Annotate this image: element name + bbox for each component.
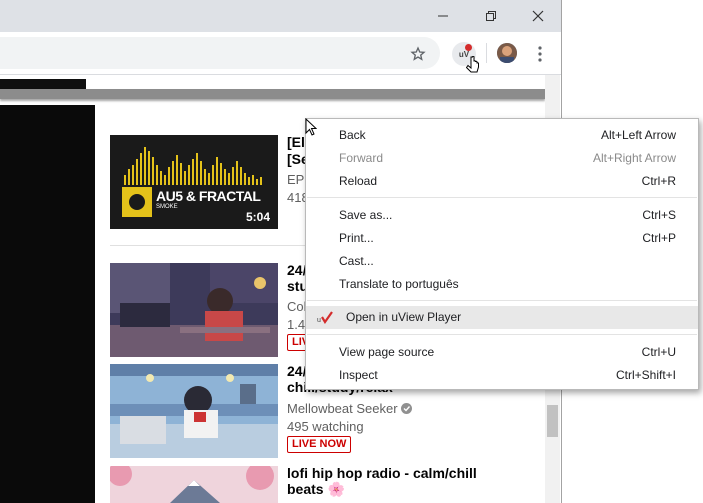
address-bar[interactable] [0, 37, 440, 69]
menu-item-view-source[interactable]: View page source Ctrl+U [306, 341, 698, 364]
video-thumbnail[interactable] [110, 263, 278, 357]
video-duration: 5:04 [245, 210, 270, 224]
scrollbar-thumb[interactable] [547, 405, 558, 437]
page-header-strip [0, 79, 86, 89]
minimize-button[interactable] [420, 0, 466, 32]
lofi-girl-illustration [110, 263, 278, 357]
title-bar [0, 0, 561, 32]
avatar-icon [497, 43, 517, 63]
menu-item-back[interactable]: Back Alt+Left Arrow [306, 124, 698, 147]
live-now-badge: LIVE NOW [287, 436, 352, 453]
menu-item-label: Save as... [339, 208, 393, 222]
video-channel[interactable]: Mellowbeat Seeker [287, 401, 413, 417]
menu-item-label: Back [339, 128, 366, 142]
menu-separator [307, 300, 697, 301]
restore-icon [486, 11, 496, 21]
video-title-line1[interactable]: 24/ [287, 363, 306, 380]
channel-name: Mellowbeat Seeker [287, 401, 398, 416]
menu-item-save-as[interactable]: Save as... Ctrl+S [306, 204, 698, 227]
blossom-emoji-icon: 🌸 [327, 481, 345, 497]
menu-item-reload[interactable]: Reload Ctrl+R [306, 170, 698, 193]
menu-separator [307, 334, 697, 335]
video-thumbnail[interactable] [110, 466, 278, 503]
restore-button[interactable] [468, 0, 514, 32]
svg-text:u: u [317, 317, 321, 324]
video-channel[interactable]: Col [287, 299, 307, 315]
menu-item-shortcut: Ctrl+U [641, 345, 676, 359]
close-button[interactable] [515, 0, 561, 32]
menu-item-label: Forward [339, 151, 384, 165]
menu-item-shortcut: Ctrl+S [642, 208, 676, 222]
menu-item-label: Inspect [339, 368, 378, 382]
menu-item-label: Print... [339, 231, 374, 245]
study-girl-illustration [110, 364, 278, 458]
menu-item-label: Cast... [339, 254, 374, 268]
menu-item-forward[interactable]: Forward Alt+Right Arrow [306, 147, 698, 170]
close-icon [532, 10, 544, 22]
chrome-menu-button[interactable] [530, 44, 550, 64]
menu-item-label: Translate to português [339, 277, 459, 291]
star-icon [410, 46, 426, 61]
menu-item-label: Reload [339, 174, 378, 188]
video-title-line1[interactable]: lofi hip hop radio - calm/chill [287, 465, 477, 482]
menu-separator [307, 197, 697, 198]
menu-item-shortcut: Ctrl+P [642, 231, 676, 245]
menu-item-shortcut: Ctrl+R [641, 174, 676, 188]
verified-badge-icon [401, 403, 413, 414]
menu-item-shortcut: Alt+Left Arrow [600, 128, 676, 142]
video-thumbnail[interactable]: AU5 & FRACTAL SMOKE 5:04 [110, 135, 278, 229]
menu-item-open-in-uview[interactable]: u Open in uView Player [306, 306, 698, 329]
blossom-illustration [110, 466, 278, 503]
kebab-menu-icon [538, 46, 542, 62]
menu-item-translate[interactable]: Translate to português [306, 273, 698, 296]
video-player[interactable] [0, 105, 95, 503]
context-menu: Back Alt+Left Arrow Forward Alt+Right Ar… [305, 118, 699, 390]
profile-avatar[interactable] [497, 43, 517, 63]
uview-checkmark-icon: u [317, 311, 333, 324]
arrow-cursor-icon [305, 118, 317, 136]
menu-item-print[interactable]: Print... Ctrl+P [306, 227, 698, 250]
video-views: 1.4 [287, 317, 306, 332]
menu-item-shortcut: Ctrl+Shift+I [615, 368, 676, 382]
thumbnail-brand-text: AU5 & FRACTAL [156, 188, 261, 204]
menu-item-inspect[interactable]: Inspect Ctrl+Shift+I [306, 364, 698, 387]
mouse-cursor-icon [466, 56, 479, 73]
video-title-text: beats [287, 481, 324, 497]
uview-badge-dot [465, 44, 472, 51]
watching-count: 495 watching [287, 419, 364, 434]
video-thumbnail[interactable] [110, 364, 278, 458]
menu-item-label: View page source [339, 345, 435, 359]
minimize-icon [438, 15, 448, 17]
page-overlay-bar [0, 89, 545, 99]
bookmark-star-button[interactable] [408, 44, 428, 64]
video-title-line2[interactable]: beats 🌸 [287, 481, 345, 498]
browser-toolbar: uV [0, 32, 561, 75]
toolbar-separator [486, 43, 487, 63]
thumbnail-sub-text: SMOKE [156, 204, 178, 210]
menu-item-cast[interactable]: Cast... [306, 250, 698, 273]
video-title-line1[interactable]: 24/ [287, 262, 306, 279]
menu-item-label: Open in uView Player [346, 310, 462, 324]
menu-item-shortcut: Alt+Right Arrow [592, 151, 676, 165]
